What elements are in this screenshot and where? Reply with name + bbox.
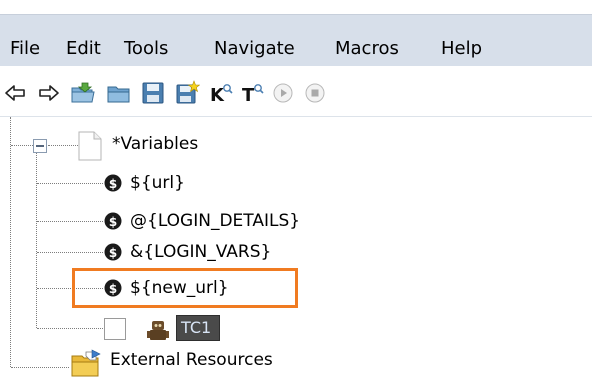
- external-resources-label[interactable]: External Resources: [110, 350, 273, 370]
- test-search-icon[interactable]: T: [240, 80, 266, 106]
- tree-guide-line: [36, 153, 37, 328]
- save-icon[interactable]: [140, 80, 166, 106]
- tree-connector: [37, 252, 103, 253]
- svg-text:$: $: [109, 246, 117, 260]
- keyword-search-icon[interactable]: K: [208, 80, 234, 106]
- tree-guide-line: [10, 117, 11, 367]
- back-arrow-icon[interactable]: [2, 80, 28, 106]
- svg-text:$: $: [109, 215, 117, 229]
- tree-connector: [37, 328, 103, 329]
- variable-login-details[interactable]: @{LOGIN_DETAILS}: [130, 211, 300, 231]
- menu-file[interactable]: File: [10, 39, 40, 59]
- variable-url[interactable]: ${url}: [130, 173, 185, 193]
- forward-arrow-icon[interactable]: [36, 80, 62, 106]
- toolbar: K T: [0, 66, 592, 117]
- save-all-icon[interactable]: [174, 80, 200, 106]
- menu-edit[interactable]: Edit: [66, 39, 101, 59]
- menu-help[interactable]: Help: [441, 39, 482, 59]
- robot-icon: [146, 318, 170, 342]
- menu-macros[interactable]: Macros: [335, 39, 399, 59]
- top-strip: [0, 0, 592, 14]
- folder-icon[interactable]: [106, 80, 132, 106]
- svg-text:K: K: [210, 85, 225, 106]
- variable-icon: $: [104, 174, 122, 192]
- collapse-toggle-icon[interactable]: [33, 138, 47, 153]
- menu-navigate[interactable]: Navigate: [214, 39, 295, 59]
- menu-tools[interactable]: Tools: [124, 39, 168, 59]
- tree-connector: [37, 221, 103, 222]
- tree-connector: [11, 367, 69, 368]
- stop-icon[interactable]: [302, 80, 328, 106]
- checkbox[interactable]: [104, 318, 126, 340]
- variable-login-vars[interactable]: &{LOGIN_VARS}: [130, 242, 271, 262]
- variable-icon: $: [104, 243, 122, 261]
- menu-bar: File Edit Tools Navigate Macros Help: [0, 14, 592, 67]
- document-icon: [78, 131, 102, 161]
- highlight-box: [72, 268, 298, 308]
- project-tree: *Variables $ ${url} $ @{LOGIN_DETAILS} $…: [0, 117, 592, 383]
- tree-connector: [37, 183, 103, 184]
- external-resources-icon: [70, 348, 102, 378]
- variable-icon: $: [104, 212, 122, 230]
- testcase-label[interactable]: TC1: [176, 315, 220, 341]
- tree-connector: [48, 145, 78, 146]
- tree-connector: [11, 145, 35, 146]
- svg-text:T: T: [242, 85, 255, 106]
- variables-root-label[interactable]: *Variables: [112, 134, 198, 154]
- svg-text:$: $: [109, 177, 117, 191]
- open-folder-icon[interactable]: [70, 80, 96, 106]
- run-icon[interactable]: [270, 80, 296, 106]
